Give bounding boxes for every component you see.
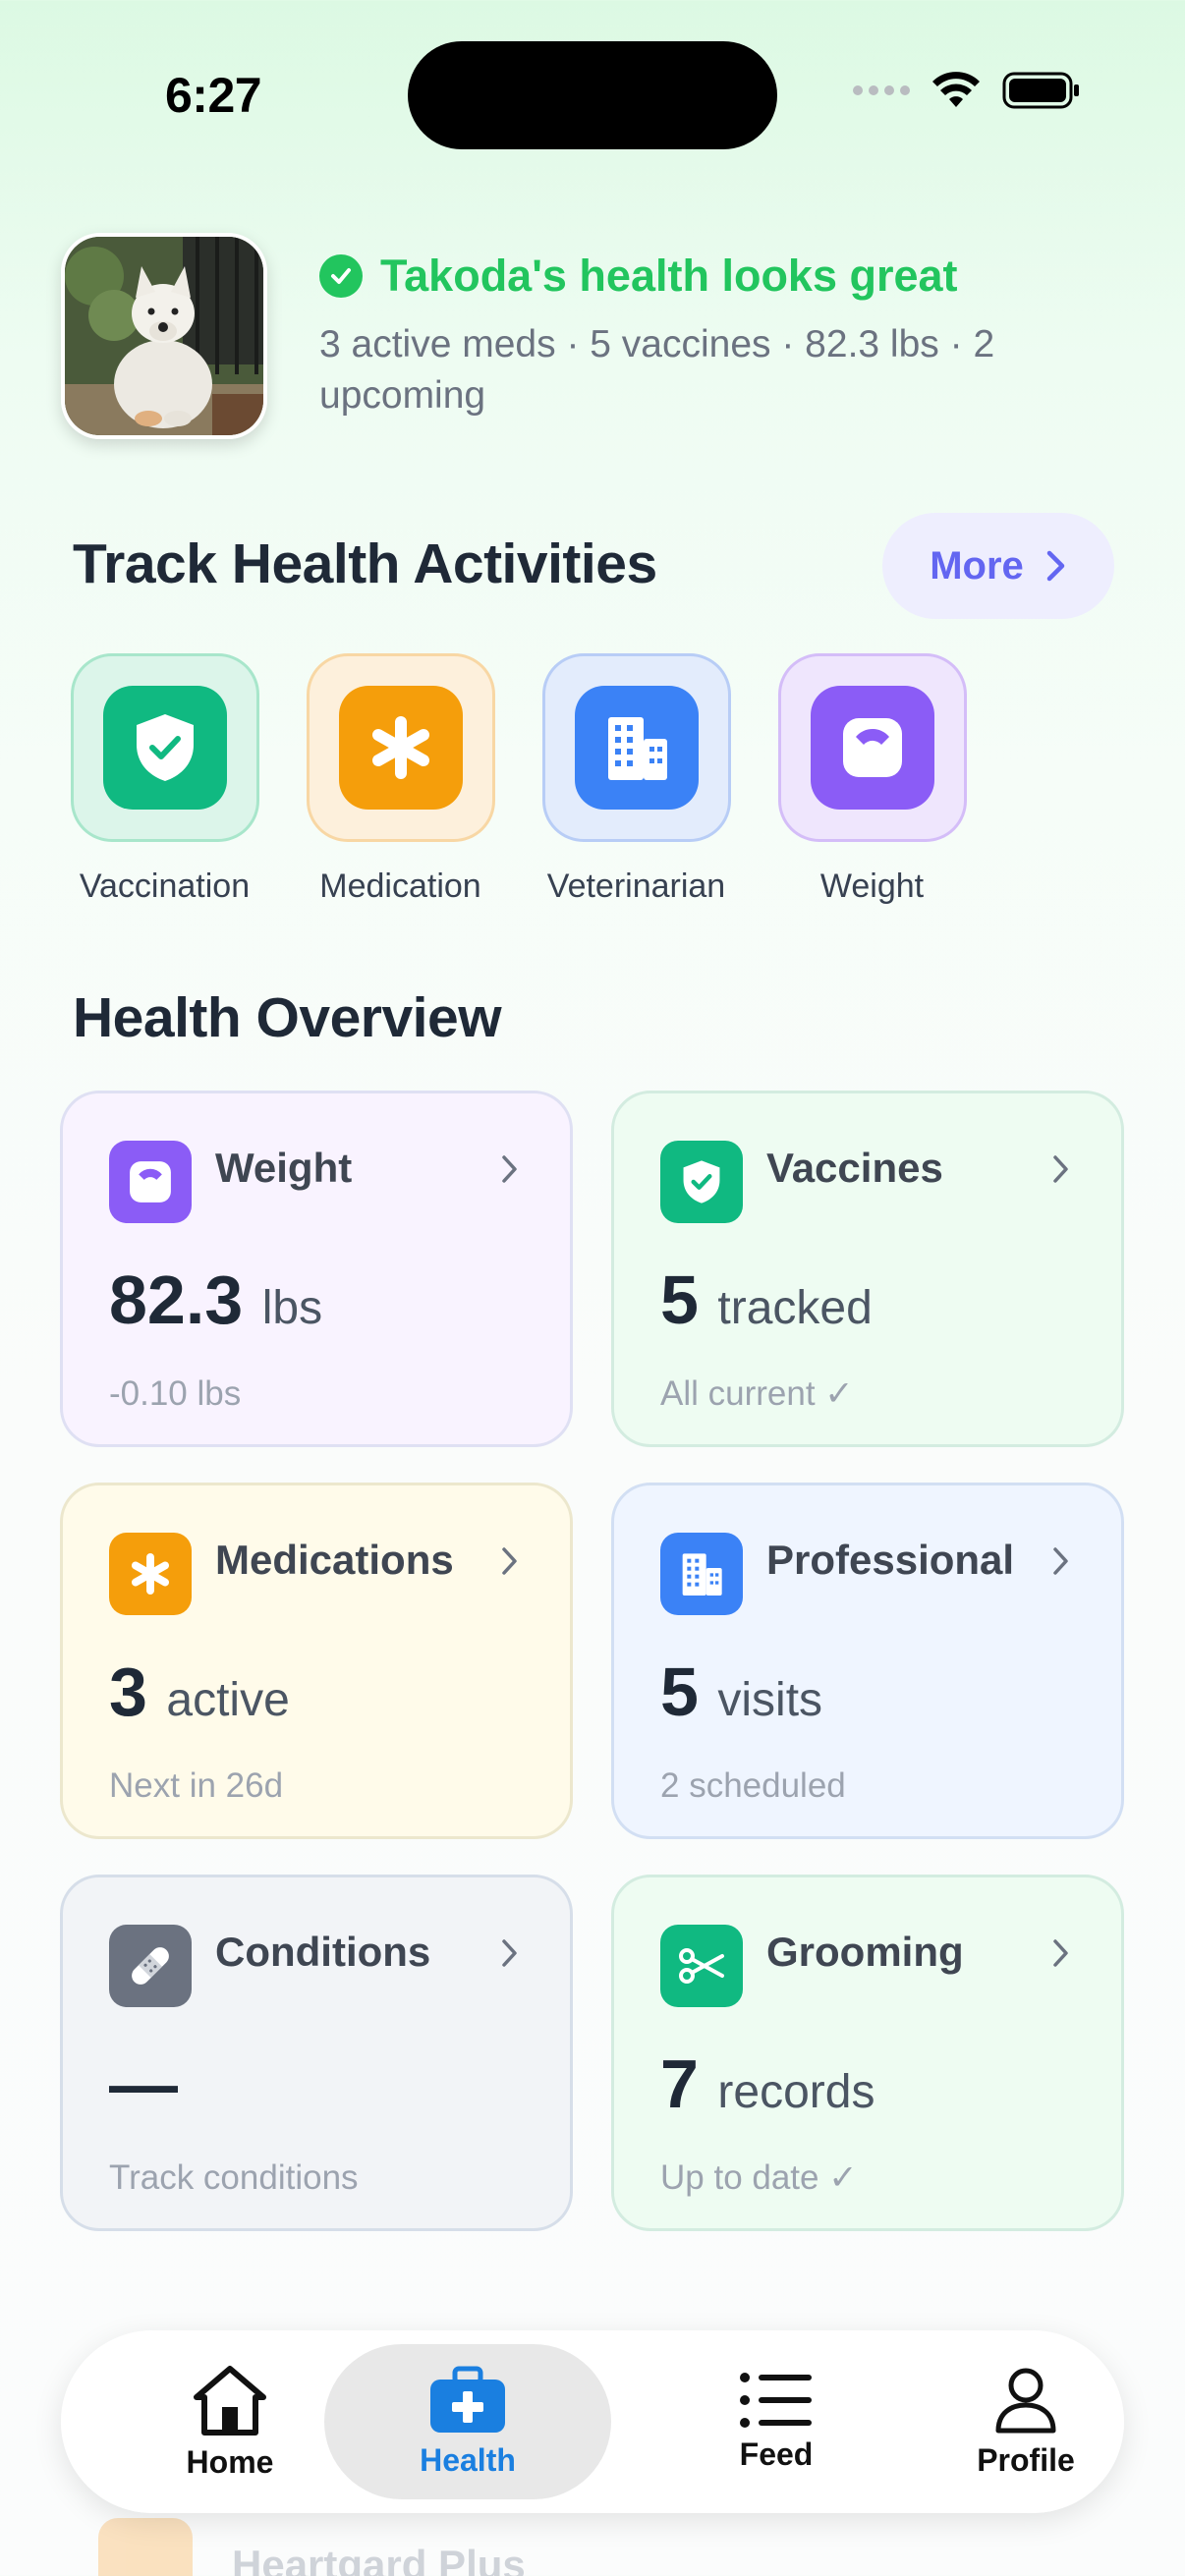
- card-medications[interactable]: Medications 3 active Next in 26d: [60, 1483, 573, 1839]
- medical-kit-icon: [430, 2366, 505, 2433]
- tab-label: Feed: [739, 2436, 814, 2472]
- card-title: Grooming: [766, 1929, 964, 1975]
- battery-icon: [1002, 72, 1079, 109]
- card-conditions[interactable]: Conditions — Track conditions: [60, 1875, 573, 2231]
- card-subtitle: -0.10 lbs: [109, 1374, 242, 1413]
- person-icon: [995, 2368, 1056, 2433]
- card-title: Conditions: [215, 1929, 431, 1975]
- card-weight[interactable]: Weight 82.3 lbs -0.10 lbs: [60, 1091, 573, 1447]
- health-status-title: Takoda's health looks great: [380, 251, 958, 301]
- card-grooming[interactable]: Grooming 7 records Up to date ✓: [611, 1875, 1124, 2231]
- card-subtitle: Up to date ✓: [660, 2158, 858, 2197]
- card-title: Weight: [215, 1145, 353, 1191]
- card-subtitle: All current ✓: [660, 1374, 854, 1413]
- card-vaccines[interactable]: Vaccines 5 tracked All current ✓: [611, 1091, 1124, 1447]
- tab-profile[interactable]: Profile: [916, 2330, 1136, 2513]
- building-icon: [574, 686, 699, 810]
- activity-label: Medication: [319, 868, 481, 905]
- check-circle-icon: [319, 254, 363, 298]
- scale-icon: [109, 1141, 192, 1223]
- more-button-label: More: [930, 543, 1024, 588]
- activity-vaccination[interactable]: Vaccination: [69, 653, 260, 906]
- bandage-icon: [109, 1925, 192, 2007]
- chevron-right-icon: [1046, 550, 1065, 582]
- shield-check-icon: [102, 686, 227, 810]
- health-summary: 3 active meds · 5 vaccines · 82.3 lbs · …: [319, 323, 995, 417]
- card-value: 5: [660, 1653, 699, 1730]
- card-unit: lbs: [261, 1282, 323, 1334]
- tab-home[interactable]: Home: [120, 2330, 340, 2513]
- card-unit: tracked: [717, 1282, 873, 1334]
- dog-photo: [65, 237, 263, 435]
- card-subtitle: 2 scheduled: [660, 1766, 846, 1805]
- asterisk-icon: [338, 686, 463, 810]
- dynamic-island: [408, 41, 777, 149]
- home-icon: [194, 2365, 266, 2436]
- scrolled-list-item: Heartgard Plus: [98, 2518, 526, 2576]
- tab-feed[interactable]: Feed: [666, 2330, 886, 2513]
- chevron-right-icon: [502, 1547, 517, 1575]
- card-unit: visits: [717, 1674, 823, 1726]
- card-title: Professional: [766, 1537, 1015, 1583]
- card-professional[interactable]: Professional 5 visits 2 scheduled: [611, 1483, 1124, 1839]
- scale-icon: [810, 686, 934, 810]
- cellular-signal-icon: [853, 85, 910, 95]
- activity-medication[interactable]: Medication: [305, 653, 496, 906]
- status-time: 6:27: [165, 68, 262, 123]
- activity-label: Weight: [819, 868, 925, 905]
- list-icon: [740, 2372, 812, 2428]
- activity-label: Vaccination: [79, 868, 251, 905]
- status-icons: [853, 71, 1081, 110]
- chevron-right-icon: [1053, 1939, 1068, 1967]
- tab-label: Home: [186, 2443, 274, 2480]
- tab-health[interactable]: Health: [324, 2330, 611, 2513]
- tab-label: Health: [420, 2441, 516, 2478]
- overview-section-title: Health Overview: [73, 986, 502, 1049]
- activity-weight[interactable]: Weight: [776, 653, 968, 906]
- card-title: Vaccines: [766, 1145, 943, 1191]
- chevron-right-icon: [1053, 1155, 1068, 1183]
- chevron-right-icon: [502, 1939, 517, 1967]
- card-value: 5: [660, 1261, 699, 1338]
- scissors-icon: [660, 1925, 743, 2007]
- medication-item-icon: [98, 2518, 193, 2576]
- card-unit: records: [717, 2066, 875, 2118]
- card-subtitle: Track conditions: [109, 2158, 359, 2197]
- activity-veterinarian[interactable]: Veterinarian: [540, 653, 732, 906]
- tab-bar: Home Health Feed Profile: [61, 2330, 1124, 2513]
- chevron-right-icon: [502, 1155, 517, 1183]
- card-title: Medications: [215, 1537, 454, 1583]
- more-button[interactable]: More: [882, 513, 1114, 619]
- wifi-icon: [932, 72, 980, 107]
- medication-item-name: Heartgard Plus: [232, 2542, 526, 2576]
- building-icon: [660, 1533, 743, 1615]
- shield-check-icon: [660, 1141, 743, 1223]
- pet-avatar[interactable]: [61, 233, 267, 439]
- chevron-right-icon: [1053, 1547, 1068, 1575]
- card-value: 82.3: [109, 1261, 244, 1338]
- card-subtitle: Next in 26d: [109, 1766, 284, 1805]
- activity-label: Veterinarian: [546, 868, 726, 905]
- card-value: 7: [660, 2045, 699, 2122]
- tab-label: Profile: [977, 2441, 1075, 2478]
- health-status: Takoda's health looks great: [319, 251, 958, 302]
- asterisk-icon: [109, 1533, 192, 1615]
- track-section-title: Track Health Activities: [73, 532, 657, 595]
- card-unit: active: [166, 1674, 290, 1726]
- card-value: —: [109, 2045, 178, 2122]
- card-value: 3: [109, 1653, 147, 1730]
